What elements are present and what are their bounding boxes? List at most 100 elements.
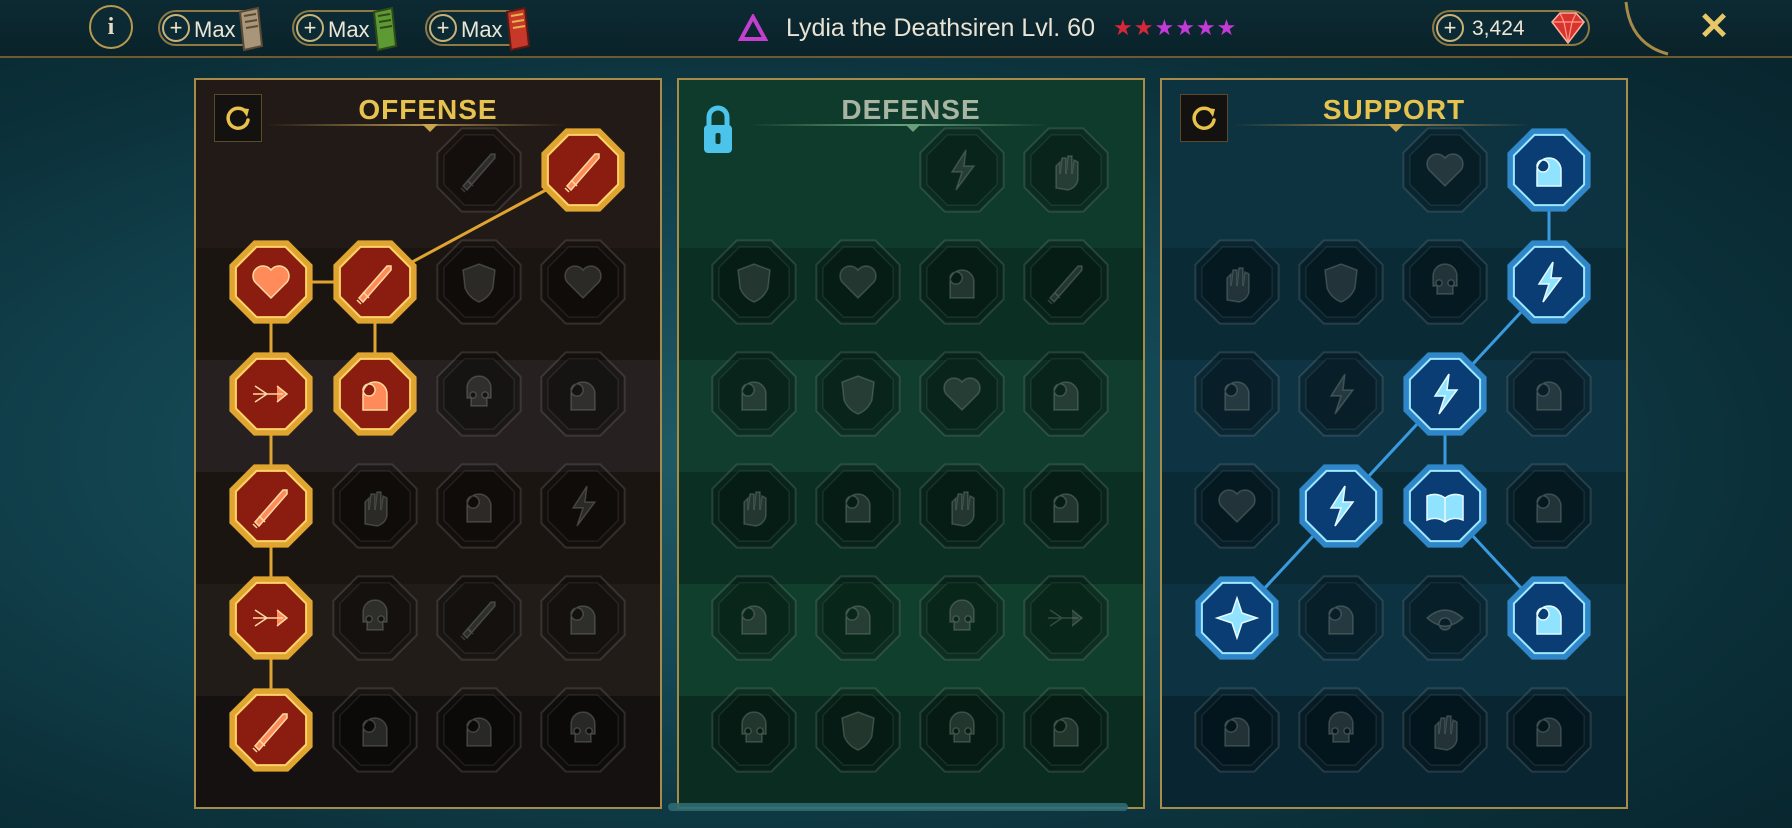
- offense-skill-node[interactable]: [537, 124, 629, 216]
- shield-arrow-icon: [436, 239, 522, 325]
- offense-skill-node[interactable]: [433, 348, 525, 440]
- support-skill-node[interactable]: [1191, 684, 1283, 776]
- offense-skill-node[interactable]: [537, 684, 629, 776]
- offense-skill-node[interactable]: [537, 460, 629, 552]
- offense-skill-node[interactable]: [433, 684, 525, 776]
- defense-skill-node[interactable]: [812, 572, 904, 664]
- offense-skill-node[interactable]: [433, 460, 525, 552]
- fanged-maw-icon: [333, 352, 417, 436]
- defense-skill-node[interactable]: [916, 348, 1008, 440]
- defense-skill-node[interactable]: [708, 460, 800, 552]
- support-skill-node[interactable]: [1399, 236, 1491, 328]
- offense-skill-node[interactable]: [225, 348, 317, 440]
- defense-title: DEFENSE: [841, 94, 981, 125]
- uncommon-tome-count: Max: [328, 17, 370, 42]
- knight-helm-icon: [332, 687, 418, 773]
- offense-skill-node[interactable]: [329, 684, 421, 776]
- defense-skill-node[interactable]: [708, 684, 800, 776]
- lock-icon: [704, 105, 732, 153]
- offense-skill-node[interactable]: [329, 348, 421, 440]
- defense-skill-node[interactable]: [708, 348, 800, 440]
- rare-tome-icon: [505, 6, 531, 52]
- defense-skill-node[interactable]: [812, 460, 904, 552]
- defense-skill-node[interactable]: [1020, 348, 1112, 440]
- offense-skill-node[interactable]: [433, 572, 525, 664]
- buy-gems-button[interactable]: + 3,424: [1432, 10, 1590, 46]
- defense-skill-node[interactable]: [916, 236, 1008, 328]
- add-common-tome-button[interactable]: + Max: [158, 6, 264, 52]
- support-skill-node[interactable]: [1295, 460, 1387, 552]
- offense-skill-node[interactable]: [537, 236, 629, 328]
- support-skill-node[interactable]: [1295, 684, 1387, 776]
- support-skill-node[interactable]: [1295, 572, 1387, 664]
- defense-skill-node[interactable]: [1020, 572, 1112, 664]
- support-skill-node[interactable]: [1503, 124, 1595, 216]
- reset-support-button[interactable]: [1180, 94, 1228, 142]
- support-skill-node[interactable]: [1191, 236, 1283, 328]
- iron-fist-icon: [332, 463, 418, 549]
- defense-skill-node[interactable]: [916, 572, 1008, 664]
- offense-skill-node[interactable]: [225, 684, 317, 776]
- ruby-gem-icon: [1551, 12, 1585, 45]
- horizontal-scrollbar[interactable]: [668, 803, 1128, 811]
- offense-skill-node[interactable]: [225, 572, 317, 664]
- support-skill-node[interactable]: [1503, 236, 1595, 328]
- plus-icon: +: [296, 14, 324, 42]
- plus-icon: +: [429, 14, 457, 42]
- reset-offense-button[interactable]: [214, 94, 262, 142]
- defense-skill-node[interactable]: [916, 124, 1008, 216]
- offense-skill-node[interactable]: [329, 236, 421, 328]
- offense-skill-node[interactable]: [225, 460, 317, 552]
- common-tome-icon: [238, 6, 264, 52]
- support-skill-node[interactable]: [1295, 236, 1387, 328]
- defense-skill-node[interactable]: [1020, 460, 1112, 552]
- offense-skill-node[interactable]: [537, 348, 629, 440]
- offense-skill-node[interactable]: [433, 236, 525, 328]
- offense-skill-node[interactable]: [433, 124, 525, 216]
- info-button[interactable]: i: [89, 5, 133, 49]
- support-skill-node[interactable]: [1399, 348, 1491, 440]
- support-skill-node[interactable]: [1399, 460, 1491, 552]
- bleeding-heart-icon: [540, 239, 626, 325]
- support-skill-node[interactable]: [1191, 348, 1283, 440]
- defense-skill-node[interactable]: [1020, 684, 1112, 776]
- defense-skill-node[interactable]: [916, 460, 1008, 552]
- support-skill-node[interactable]: [1399, 684, 1491, 776]
- defense-skill-node[interactable]: [812, 684, 904, 776]
- cycle-arrow-icon: [1023, 575, 1109, 661]
- support-skill-node[interactable]: [1503, 460, 1595, 552]
- support-skill-node[interactable]: [1503, 684, 1595, 776]
- support-skill-node[interactable]: [1191, 460, 1283, 552]
- poison-flask-icon: [1194, 687, 1280, 773]
- rare-tome-count: Max: [461, 17, 503, 42]
- compass-star-icon: [1195, 576, 1279, 660]
- support-skill-node[interactable]: [1191, 572, 1283, 664]
- offense-skill-node[interactable]: [329, 460, 421, 552]
- defense-skill-node[interactable]: [1020, 124, 1112, 216]
- arrows-impaled-icon: [229, 352, 313, 436]
- warrior-stance-icon: [919, 239, 1005, 325]
- add-uncommon-tome-button[interactable]: + Max: [292, 6, 398, 52]
- add-rare-tome-button[interactable]: + Max: [425, 6, 531, 52]
- defense-skill-node[interactable]: [708, 236, 800, 328]
- support-skill-node[interactable]: [1295, 348, 1387, 440]
- support-skill-node[interactable]: [1503, 572, 1595, 664]
- defense-skill-node[interactable]: [812, 236, 904, 328]
- defense-skill-node[interactable]: [1020, 236, 1112, 328]
- sun-skull-icon: [919, 575, 1005, 661]
- close-button[interactable]: ✕: [1692, 4, 1736, 48]
- offense-skill-node[interactable]: [225, 236, 317, 328]
- praying-hands-icon: [1194, 239, 1280, 325]
- support-skill-node[interactable]: [1399, 124, 1491, 216]
- champion-title: Lydia the Deathsiren Lvl. 60 ★ ★ ★ ★ ★ ★: [738, 8, 1236, 48]
- offense-skill-node[interactable]: [537, 572, 629, 664]
- muscle-arm-icon: [711, 351, 797, 437]
- defense-skill-node[interactable]: [916, 684, 1008, 776]
- gem-count: 3,424: [1472, 17, 1525, 40]
- support-tree-panel: SUPPORT: [1160, 78, 1628, 809]
- defense-skill-node[interactable]: [812, 348, 904, 440]
- defense-skill-node[interactable]: [708, 572, 800, 664]
- support-skill-node[interactable]: [1399, 572, 1491, 664]
- offense-skill-node[interactable]: [329, 572, 421, 664]
- support-skill-node[interactable]: [1503, 348, 1595, 440]
